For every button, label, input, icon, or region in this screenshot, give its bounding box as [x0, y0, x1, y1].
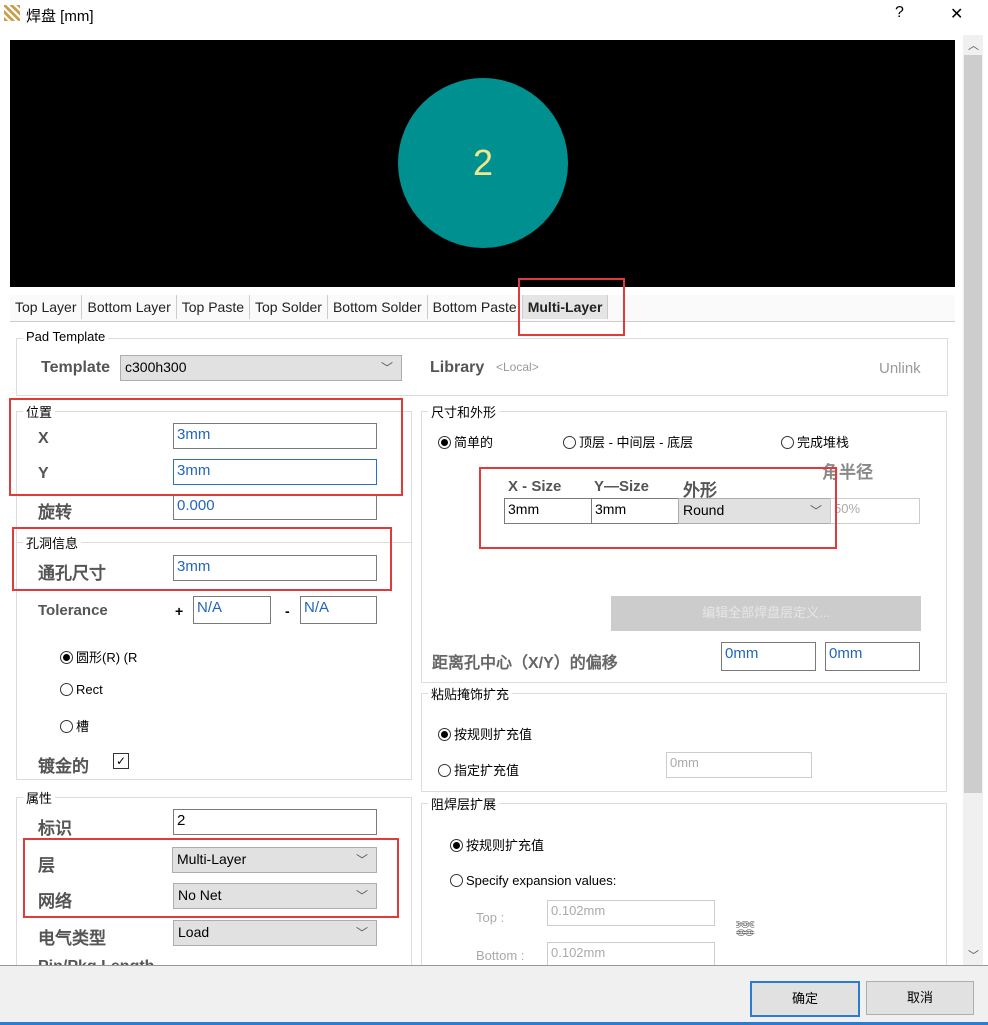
group-title: 尺寸和外形 — [428, 402, 500, 421]
plus-label: + — [175, 603, 184, 619]
electrical-type-select[interactable]: Load ﹀ — [173, 920, 377, 946]
highlight-hole — [12, 527, 392, 591]
chevron-down-icon: ﹀ — [380, 361, 393, 375]
plated-label: 镀金的 — [38, 757, 89, 776]
template-value: c300h300 — [125, 359, 187, 375]
electrical-type-value: Load — [178, 924, 210, 940]
designator-input[interactable]: 2 — [173, 809, 377, 835]
radio-icon — [438, 436, 451, 449]
footer: 确定 取消 — [0, 965, 988, 1025]
pad-preview: 2 — [10, 40, 955, 287]
group-title: 粘贴掩饰扩充 — [428, 684, 513, 703]
radio-icon — [781, 436, 794, 449]
solder-top-label: Top : — [476, 910, 505, 925]
tolerance-label: Tolerance — [38, 602, 108, 619]
tolerance-plus-input[interactable]: N/A — [193, 596, 271, 624]
mode-simple[interactable]: 简单的 — [438, 432, 493, 451]
minus-label: - — [285, 603, 290, 619]
hole-shape-round[interactable]: 圆形(R) (R — [60, 647, 137, 666]
radio-label: Rect — [76, 682, 103, 697]
solder-top-input[interactable]: 0.102mm — [547, 900, 715, 926]
tab-bottom-layer[interactable]: Bottom Layer — [82, 295, 177, 319]
offset-label: 距离孔中心（X/Y）的偏移 — [432, 655, 618, 672]
radio-icon — [438, 728, 451, 741]
tab-top-paste[interactable]: Top Paste — [177, 295, 251, 319]
radio-icon — [60, 651, 73, 664]
paste-value-input[interactable]: 0mm — [666, 752, 812, 778]
tab-bottom-solder[interactable]: Bottom Solder — [328, 295, 428, 319]
chevron-down-icon: ﹀ — [355, 926, 368, 940]
radio-label: 槽 — [76, 719, 90, 734]
solder-bottom-label: Bottom : — [476, 948, 525, 963]
radio-label: 圆形(R) (R — [76, 650, 138, 665]
radio-icon — [60, 720, 73, 733]
scroll-down-icon[interactable]: ﹀ — [968, 947, 979, 963]
rotation-label: 旋转 — [38, 503, 72, 522]
template-select[interactable]: c300h300 ﹀ — [120, 355, 402, 381]
link-icon[interactable]: ⛓ — [734, 917, 755, 940]
unlink-button[interactable]: Unlink — [879, 360, 921, 377]
library-value: <Local> — [496, 360, 539, 374]
group-title: 属性 — [23, 788, 56, 807]
rotation-input[interactable]: 0.000 — [173, 494, 377, 520]
plated-checkbox[interactable]: ✓ — [113, 753, 129, 769]
radio-label: 顶层 - 中间层 - 底层 — [579, 435, 694, 450]
offset-y-input[interactable]: 0mm — [825, 642, 920, 671]
pad-shape: 2 — [398, 78, 568, 248]
tab-top-layer[interactable]: Top Layer — [10, 295, 83, 319]
radio-icon — [450, 874, 463, 887]
highlight-position — [9, 398, 403, 496]
paste-rule-radio[interactable]: 按规则扩充值 — [438, 724, 532, 743]
radio-label: 简单的 — [454, 435, 494, 450]
title-bar: 焊盘 [mm] ? ✕ — [0, 0, 988, 28]
highlight-layer-net — [23, 838, 399, 918]
library-label: Library — [430, 359, 485, 376]
solder-rule-radio[interactable]: 按规则扩充值 — [450, 835, 544, 854]
radio-label: 按规则扩充值 — [466, 838, 545, 853]
tab-bottom-paste[interactable]: Bottom Paste — [428, 295, 523, 319]
radio-label: 按规则扩充值 — [454, 727, 533, 742]
tolerance-minus-input[interactable]: N/A — [300, 596, 377, 624]
template-label: Template — [41, 359, 111, 376]
mode-top-mid-bottom[interactable]: 顶层 - 中间层 - 底层 — [563, 432, 693, 451]
group-title: Pad Template — [23, 329, 109, 344]
offset-x-input[interactable]: 0mm — [721, 642, 816, 671]
solder-specify-radio[interactable]: Specify expansion values: — [450, 873, 616, 888]
highlight-size — [479, 467, 837, 549]
paste-specify-radio[interactable]: 指定扩充值 — [438, 760, 519, 779]
scroll-up-icon[interactable]: ︿ — [968, 37, 979, 53]
radio-icon — [438, 764, 451, 777]
mode-full-stack[interactable]: 完成堆栈 — [781, 432, 849, 451]
corner-radius-input[interactable]: 50% — [830, 498, 920, 524]
radio-icon — [60, 683, 73, 696]
radio-icon — [563, 436, 576, 449]
solder-bottom-input[interactable]: 0.102mm — [547, 942, 715, 966]
pad-icon — [4, 5, 20, 21]
electrical-type-label: 电气类型 — [38, 929, 106, 948]
radio-label: 完成堆栈 — [797, 435, 850, 450]
designator-label: 标识 — [38, 819, 72, 838]
tab-top-solder[interactable]: Top Solder — [250, 295, 328, 319]
radio-label: 指定扩充值 — [454, 763, 520, 778]
ok-button[interactable]: 确定 — [750, 981, 860, 1017]
edit-all-layers-button[interactable]: 编辑全部焊盘层定义... — [611, 596, 921, 631]
radio-icon — [450, 839, 463, 852]
group-title: 阻焊层扩展 — [428, 794, 500, 813]
vertical-scrollbar[interactable]: ︿ ﹀ — [963, 35, 983, 965]
layer-tabs: Top Layer Bottom Layer Top Paste Top Solder… — [10, 295, 955, 322]
radio-label: Specify expansion values: — [466, 873, 617, 888]
hole-shape-slot[interactable]: 槽 — [60, 716, 89, 735]
window-title: 焊盘 [mm] — [26, 8, 94, 25]
scrollbar-thumb[interactable] — [964, 55, 982, 793]
help-button[interactable]: ? — [895, 4, 904, 22]
close-button[interactable]: ✕ — [950, 4, 963, 24]
cancel-button[interactable]: 取消 — [866, 981, 974, 1015]
hole-shape-rect[interactable]: Rect — [60, 682, 103, 697]
highlight-tab — [518, 278, 625, 336]
